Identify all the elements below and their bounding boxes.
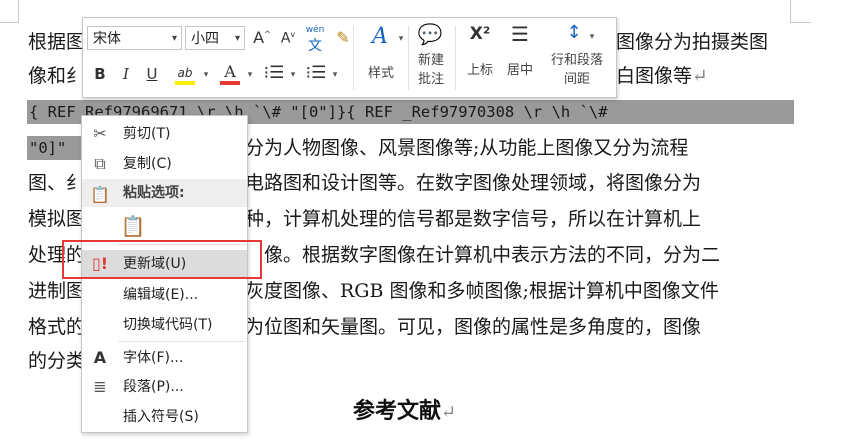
menu-item-cut[interactable]: ✂ 剪切(T) bbox=[82, 120, 247, 148]
mini-toolbar: 宋体 ▾ 小四 ▾ A^ Av wén 文 ✎ B I U ab ▾ A ▾ ⁝☰ ▾… bbox=[82, 17, 617, 98]
paragraph-icon: ≣ bbox=[93, 377, 107, 396]
chevron-down-icon[interactable]: ▾ bbox=[588, 32, 596, 42]
highlight-button[interactable]: ab bbox=[171, 62, 199, 85]
chevron-down-icon[interactable]: ▾ bbox=[331, 70, 339, 80]
chevron-down-icon[interactable]: ▾ bbox=[246, 70, 254, 80]
superscript-label: 上标 bbox=[466, 63, 493, 78]
format-painter-button[interactable]: ✎ bbox=[333, 28, 353, 47]
font-size-combo[interactable]: 小四 ▾ bbox=[185, 26, 245, 50]
doc-line-8-left: 进制图 bbox=[28, 280, 86, 302]
center-label: 居中 bbox=[506, 63, 533, 78]
line-spacing-label-1: 行和段落 bbox=[550, 53, 603, 68]
line-spacing-label-2: 间距 bbox=[563, 72, 590, 87]
doc-line-10-left: 的分类 bbox=[28, 350, 86, 372]
numbering-button[interactable]: ⁝☰ bbox=[305, 63, 327, 83]
menu-divider bbox=[118, 341, 246, 342]
highlight-color-swatch bbox=[175, 81, 195, 85]
menu-item-font[interactable]: A 字体(F)... bbox=[82, 344, 247, 372]
page-corner-right bbox=[790, 0, 811, 23]
doc-line-9-right: 为位图和矢量图。可见，图像的属性是多角度的，图像 bbox=[245, 316, 702, 338]
page-corner-left bbox=[0, 0, 19, 23]
bullets-button[interactable]: ⁝☰ bbox=[263, 63, 285, 83]
doc-line-2-left: 像和纟 bbox=[28, 65, 86, 87]
line-spacing-button[interactable]: ↕ bbox=[561, 22, 587, 43]
paste-icon: 📋 bbox=[120, 214, 146, 238]
bullet-list-icon: ⁝☰ bbox=[263, 63, 285, 83]
chevron-down-icon[interactable]: ▾ bbox=[289, 70, 297, 80]
italic-button[interactable]: I bbox=[117, 65, 135, 83]
chevron-down-icon: ▾ bbox=[171, 33, 177, 44]
center-button[interactable]: ☰ bbox=[506, 22, 534, 46]
comment-icon: 💬 bbox=[417, 22, 443, 46]
doc-line-9-left: 格式的 bbox=[28, 316, 86, 338]
toolbar-separator bbox=[455, 26, 456, 90]
styles-label: 样式 bbox=[367, 66, 394, 81]
numbered-list-icon: ⁝☰ bbox=[305, 63, 327, 83]
field-code-line-2[interactable]: "0]" bbox=[27, 136, 81, 160]
superscript-icon: X² bbox=[469, 24, 491, 44]
grow-font-button[interactable]: A^ bbox=[253, 28, 271, 47]
doc-line-1-right: 图像分为拍摄类图 bbox=[616, 31, 769, 53]
styles-button[interactable]: A bbox=[365, 24, 395, 49]
paste-options-header: 📋 粘贴选项: bbox=[82, 179, 247, 207]
doc-line-6-left: 模拟图 bbox=[28, 208, 86, 230]
clipboard-icon: 📋 bbox=[90, 185, 110, 204]
align-center-icon: ☰ bbox=[511, 22, 529, 46]
font-color-button[interactable]: A bbox=[219, 62, 241, 85]
references-heading: 参考文献↵ bbox=[353, 398, 457, 424]
scissors-icon: ✂ bbox=[93, 124, 107, 143]
new-comment-label-1: 新建 bbox=[417, 53, 444, 68]
menu-item-edit-field[interactable]: 编辑域(E)... bbox=[82, 281, 247, 309]
update-field-highlight-box bbox=[62, 240, 262, 279]
new-comment-button[interactable]: 💬 bbox=[415, 22, 445, 46]
line-spacing-icon: ↕ bbox=[566, 22, 582, 43]
chevron-down-icon[interactable]: ▾ bbox=[202, 70, 210, 80]
doc-line-1-left: 根据图 bbox=[28, 31, 86, 53]
font-icon: A bbox=[93, 348, 107, 367]
chevron-down-icon[interactable]: ▾ bbox=[397, 34, 405, 44]
font-name-combo[interactable]: 宋体 ▾ bbox=[87, 26, 182, 50]
menu-item-toggle-field-codes[interactable]: 切换域代码(T) bbox=[82, 311, 247, 339]
doc-line-5-right: 电路图和设计图等。在数字图像处理领域，将图像分为 bbox=[245, 172, 702, 194]
font-color-swatch bbox=[220, 81, 240, 85]
doc-line-2-right: 白图像等↵ bbox=[616, 65, 708, 87]
chevron-down-icon: ▾ bbox=[234, 33, 240, 44]
doc-line-7-right: 像。根据数字图像在计算机中表示方法的不同，分为二 bbox=[264, 244, 721, 266]
paste-keep-text-button[interactable]: 📋 bbox=[120, 214, 146, 242]
bold-button[interactable]: B bbox=[91, 65, 109, 83]
doc-line-4-right: 分为人物图像、风景图像等;从功能上图像又分为流程 bbox=[245, 137, 689, 159]
new-comment-label-2: 批注 bbox=[417, 72, 444, 87]
paintbrush-icon: ✎ bbox=[336, 28, 350, 47]
doc-line-8-right: 灰度图像、RGB 图像和多帧图像;根据计算机中图像文件 bbox=[245, 280, 719, 302]
styles-icon: A bbox=[372, 24, 388, 49]
toolbar-separator bbox=[353, 26, 354, 90]
phonetic-guide-button[interactable]: wén 文 bbox=[305, 26, 325, 55]
menu-item-paragraph[interactable]: ≣ 段落(P)... bbox=[82, 373, 247, 401]
doc-line-5-left: 图、纟 bbox=[28, 172, 86, 194]
superscript-button[interactable]: X² bbox=[466, 24, 494, 44]
doc-line-6-right: 种，计算机处理的信号都是数字信号，所以在计算机上 bbox=[245, 208, 702, 230]
underline-button[interactable]: U bbox=[143, 65, 161, 83]
copy-icon: ⧉ bbox=[94, 154, 106, 173]
menu-item-insert-symbol[interactable]: 插入符号(S) bbox=[82, 403, 247, 431]
menu-item-copy[interactable]: ⧉ 复制(C) bbox=[82, 150, 247, 178]
shrink-font-button[interactable]: Av bbox=[279, 30, 297, 47]
